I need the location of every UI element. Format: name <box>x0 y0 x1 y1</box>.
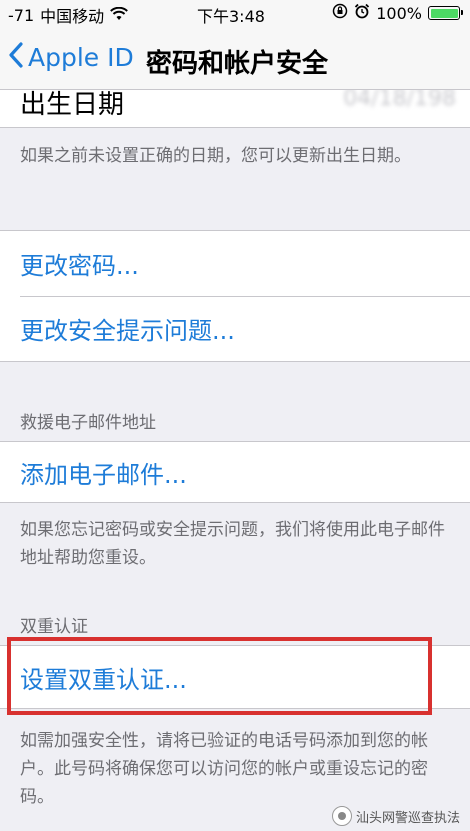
birthday-label: 出生日期 <box>20 90 125 120</box>
chevron-left-icon <box>8 42 24 72</box>
two-factor-header: 双重认证 <box>20 617 88 637</box>
battery-percent: 100% <box>376 3 422 23</box>
navigation-bar: Apple ID 密码和帐户安全 <box>0 28 470 90</box>
back-label: Apple ID <box>28 42 134 72</box>
birthday-value: 04/18/198 <box>343 90 456 111</box>
signal-strength: -71 <box>8 5 35 25</box>
change-password-button[interactable]: 更改密码... <box>0 231 470 296</box>
rescue-email-group: 添加电子邮件... <box>0 441 470 503</box>
birthday-footer: 如果之前未设置正确的日期，您可以更新出生日期。 <box>20 146 411 166</box>
setup-two-factor-button[interactable]: 设置双重认证... <box>0 646 470 708</box>
battery-icon <box>428 6 463 20</box>
add-email-button[interactable]: 添加电子邮件... <box>0 442 470 502</box>
two-factor-group: 设置双重认证... <box>0 645 470 709</box>
two-factor-footer: 如需加强安全性，请将已验证的电话号码添加到您的帐户。此号码将确保您可以访问您的帐… <box>20 731 428 807</box>
rescue-email-footer: 如果您忘记密码或安全提示问题，我们将使用此电子邮件地址帮助您重设。 <box>20 520 445 568</box>
page-title: 密码和帐户安全 <box>146 49 329 79</box>
status-bar: -71 中国移动 下午3:48 100% <box>0 0 470 28</box>
change-security-questions-button[interactable]: 更改安全提示问题... <box>0 296 470 361</box>
birthday-cell[interactable]: 出生日期 04/18/198 <box>0 90 470 128</box>
status-time: 下午3:48 <box>197 7 265 26</box>
back-button[interactable]: Apple ID <box>8 42 134 72</box>
orientation-lock-icon <box>332 3 348 23</box>
watermark: 汕头网警巡查执法 <box>331 806 460 826</box>
wifi-icon <box>110 6 129 25</box>
carrier-name: 中国移动 <box>40 7 105 26</box>
wechat-logo-icon <box>331 806 352 826</box>
alarm-icon <box>354 3 370 23</box>
password-group: 更改密码... 更改安全提示问题... <box>0 230 470 362</box>
rescue-email-header: 救援电子邮件地址 <box>20 413 156 433</box>
watermark-text: 汕头网警巡查执法 <box>355 810 460 826</box>
